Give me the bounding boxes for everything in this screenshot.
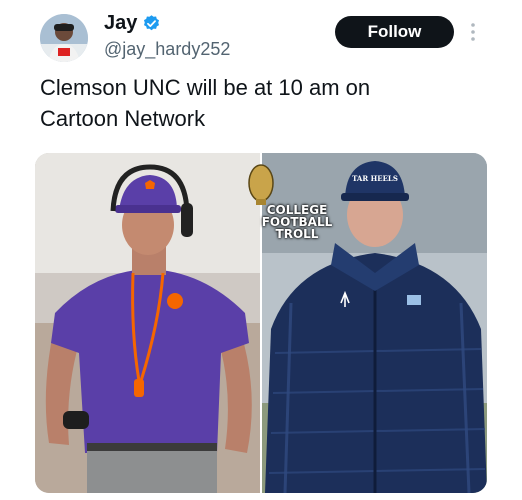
- name-row: Jay: [104, 12, 161, 35]
- avatar[interactable]: [40, 14, 88, 62]
- verified-badge-icon: [144, 15, 160, 31]
- avatar-photo-icon: [40, 14, 88, 62]
- watermark-line-3: TROLL: [275, 227, 319, 241]
- cap-text: TAR HEELS: [352, 174, 398, 183]
- tweet-header: Jay @jay_hardy252 Follow: [0, 0, 522, 72]
- handle[interactable]: @jay_hardy252: [104, 39, 230, 60]
- tweet-text: Clemson UNC will be at 10 am on Cartoon …: [40, 75, 371, 131]
- display-name[interactable]: Jay: [104, 12, 137, 35]
- follow-button[interactable]: Follow: [335, 16, 454, 48]
- watermark: COLLEGE FOOTBALL TROLL: [251, 166, 343, 240]
- tweet-media[interactable]: TAR HEELS COLLEGE FOOTBALL TROLL: [35, 153, 487, 493]
- more-vertical-icon[interactable]: [466, 20, 480, 44]
